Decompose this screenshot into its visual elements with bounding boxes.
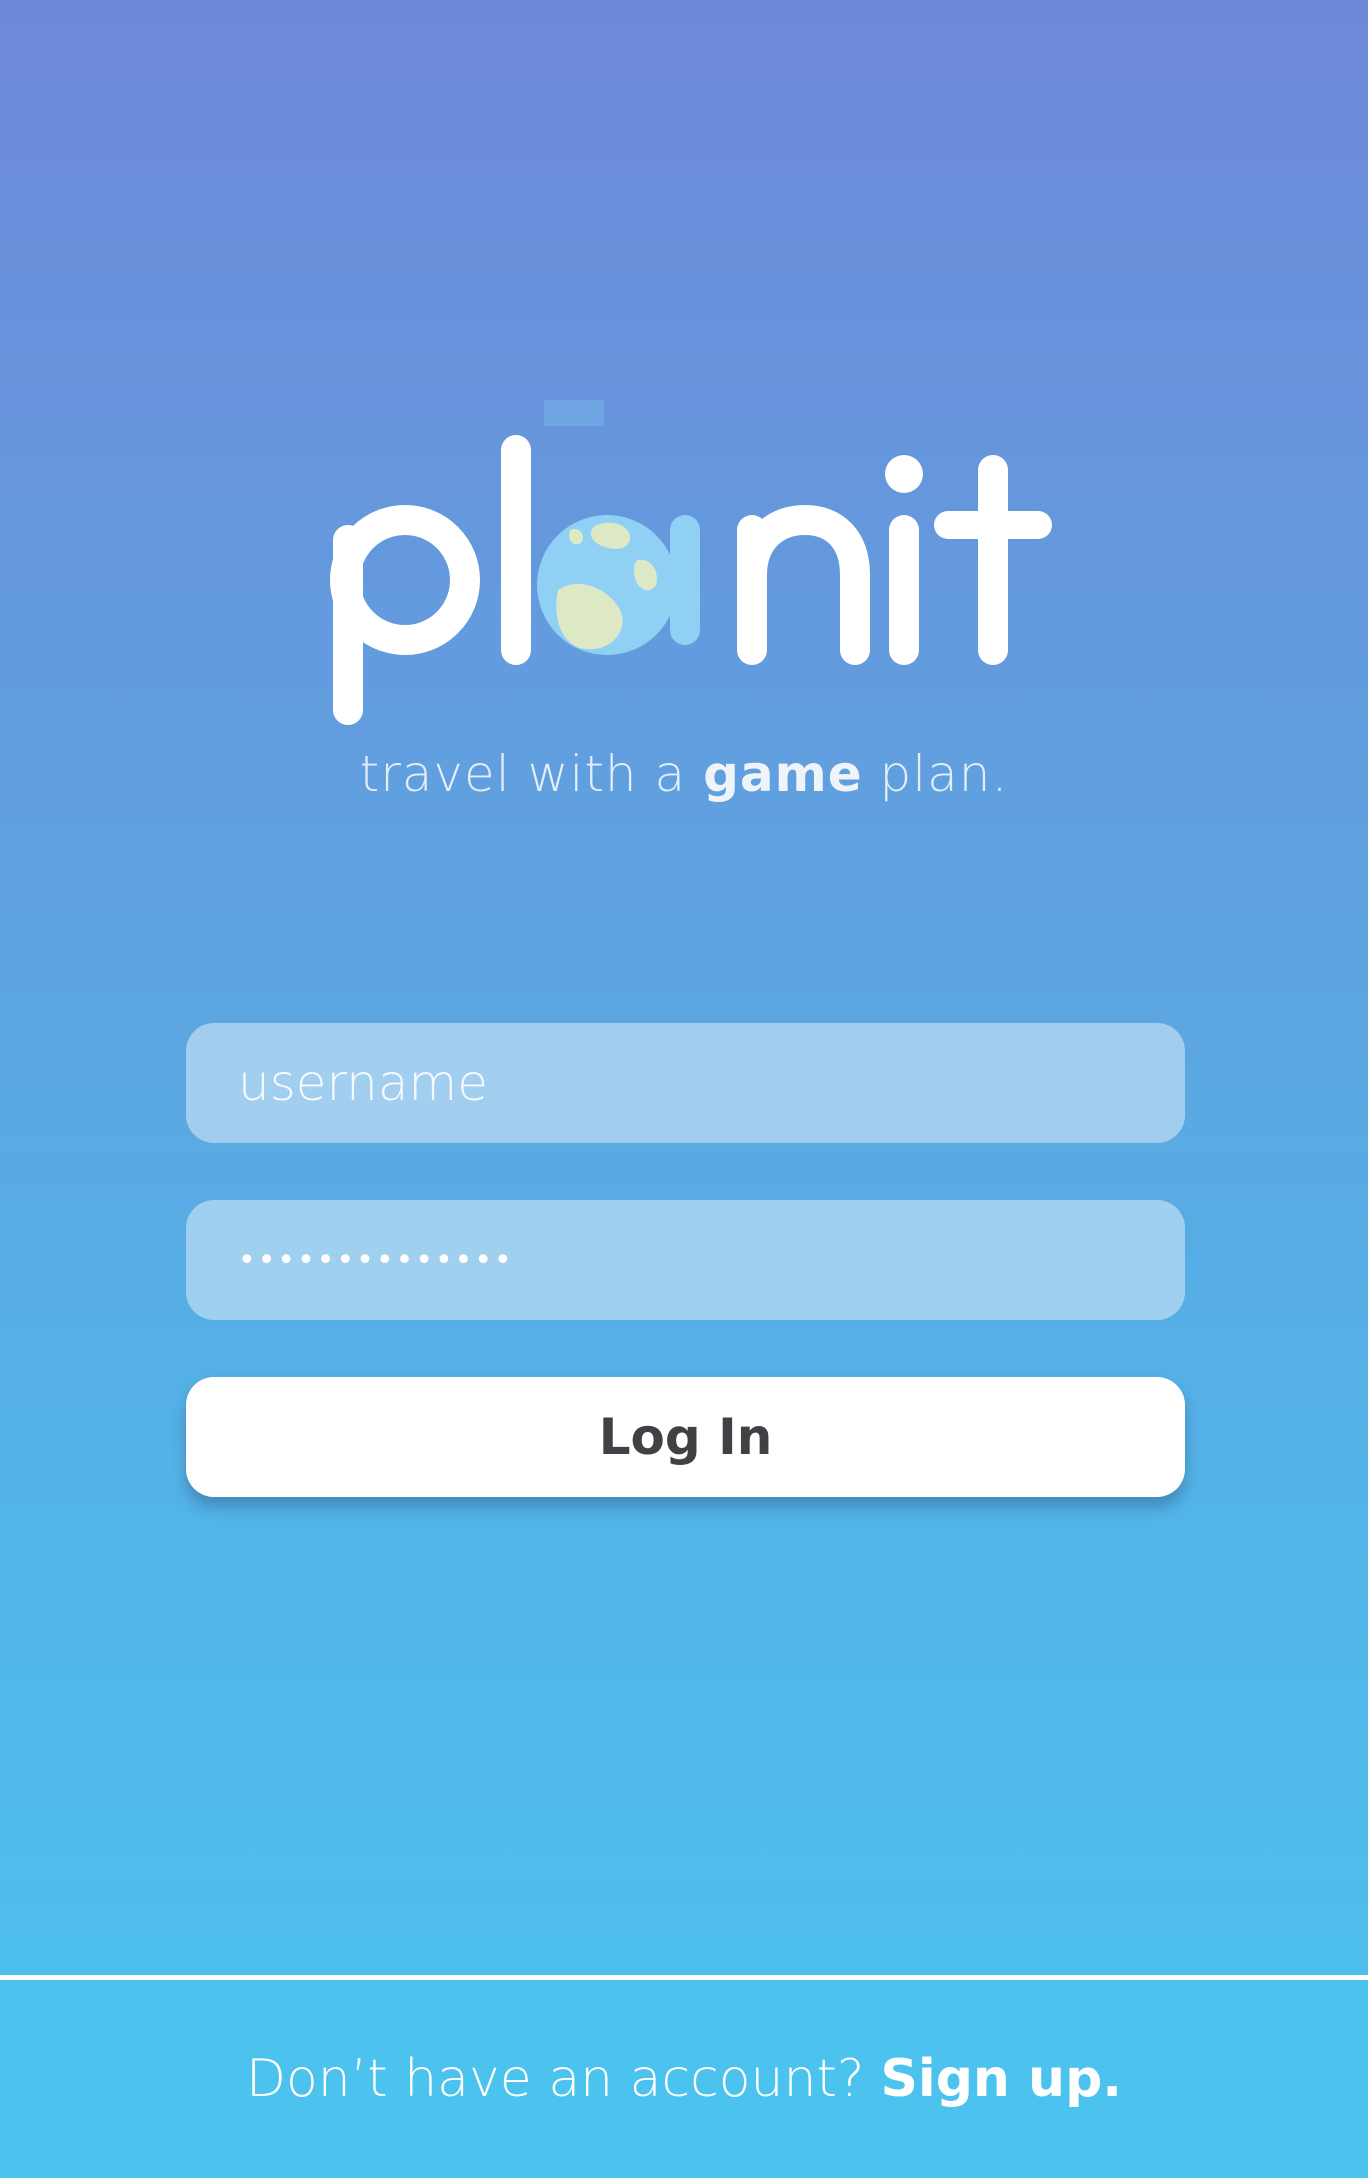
username-field[interactable] <box>186 1023 1185 1143</box>
password-input[interactable]: •••••••••••••• <box>238 1243 514 1278</box>
username-input[interactable] <box>238 1023 1185 1143</box>
logo-letter-n <box>737 504 870 665</box>
signup-prompt: Don’t have an account? <box>245 2049 865 2109</box>
globe-icon <box>537 400 700 655</box>
tagline-suffix: plan. <box>879 745 1009 803</box>
tagline: travel with a game plan. <box>0 745 1368 803</box>
logo-letter-i <box>885 455 923 665</box>
tagline-bold-word: game <box>703 745 863 803</box>
logo-letter-p <box>330 505 480 725</box>
tagline-prefix: travel with a <box>359 745 687 803</box>
login-screen: planit <box>0 0 1368 2178</box>
signup-link[interactable]: Sign up. <box>880 2049 1122 2109</box>
planit-logo: planit <box>320 400 1060 740</box>
login-button[interactable]: Log In <box>186 1377 1185 1497</box>
logo-letter-t <box>934 455 1052 665</box>
password-field[interactable]: •••••••••••••• <box>186 1200 1185 1320</box>
signup-footer: Don’t have an account? Sign up. <box>0 1980 1368 2178</box>
